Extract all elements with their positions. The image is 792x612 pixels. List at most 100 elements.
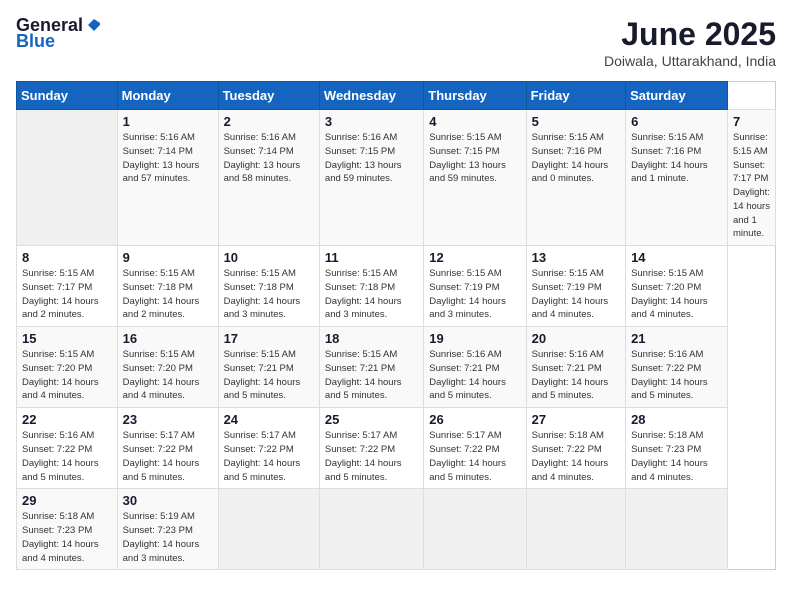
day-info: Sunrise: 5:15 AMSunset: 7:17 PMDaylight:… [22,267,112,322]
weekday-header: Saturday [626,82,728,110]
day-cell: 17Sunrise: 5:15 AMSunset: 7:21 PMDayligh… [218,327,319,408]
weekday-header: Monday [117,82,218,110]
calendar-header-row: SundayMondayTuesdayWednesdayThursdayFrid… [17,82,776,110]
empty-day-cell [218,489,319,570]
day-cell: 18Sunrise: 5:15 AMSunset: 7:21 PMDayligh… [319,327,423,408]
day-info: Sunrise: 5:15 AMSunset: 7:20 PMDaylight:… [123,348,213,403]
month-title: June 2025 [604,16,776,53]
day-number: 28 [631,412,722,427]
location-subtitle: Doiwala, Uttarakhand, India [604,53,776,69]
day-number: 20 [532,331,620,346]
day-cell: 25 Sunrise: 5:17 AMSunset: 7:22 PMDayligh… [319,408,423,489]
day-cell: 3 Sunrise: 5:16 AMSunset: 7:15 PMDaylight… [319,110,423,246]
empty-day-cell [17,110,118,246]
day-cell: 9 Sunrise: 5:15 AMSunset: 7:18 PMDaylight… [117,246,218,327]
day-cell: 15Sunrise: 5:15 AMSunset: 7:20 PMDayligh… [17,327,118,408]
day-number: 5 [532,114,620,129]
empty-day-cell [319,489,423,570]
day-number: 26 [429,412,520,427]
empty-day-cell [526,489,625,570]
weekday-header: Thursday [424,82,526,110]
calendar-week-row: 8 Sunrise: 5:15 AMSunset: 7:17 PMDaylight… [17,246,776,327]
day-info: Sunrise: 5:16 AMSunset: 7:21 PMDaylight:… [429,348,520,403]
logo-blue-text: Blue [16,32,102,52]
day-cell: 23 Sunrise: 5:17 AMSunset: 7:22 PMDayligh… [117,408,218,489]
day-info: Sunrise: 5:19 AMSunset: 7:23 PMDaylight:… [123,510,213,565]
calendar-week-row: 22Sunrise: 5:16 AMSunset: 7:22 PMDayligh… [17,408,776,489]
day-cell: 8 Sunrise: 5:15 AMSunset: 7:17 PMDaylight… [17,246,118,327]
calendar-week-row: 29 Sunrise: 5:18 AMSunset: 7:23 PMDayligh… [17,489,776,570]
day-info: Sunrise: 5:17 AMSunset: 7:22 PMDaylight:… [429,429,520,484]
day-info: Sunrise: 5:15 AMSunset: 7:18 PMDaylight:… [325,267,418,322]
day-number: 19 [429,331,520,346]
day-number: 27 [532,412,620,427]
weekday-header: Tuesday [218,82,319,110]
weekday-header: Sunday [17,82,118,110]
day-info: Sunrise: 5:16 AMSunset: 7:14 PMDaylight:… [123,131,213,186]
day-info: Sunrise: 5:15 AMSunset: 7:21 PMDaylight:… [325,348,418,403]
day-cell: 20 Sunrise: 5:16 AMSunset: 7:21 PMDayligh… [526,327,625,408]
day-info: Sunrise: 5:18 AMSunset: 7:23 PMDaylight:… [631,429,722,484]
day-number: 12 [429,250,520,265]
weekday-header: Friday [526,82,625,110]
day-info: Sunrise: 5:16 AMSunset: 7:15 PMDaylight:… [325,131,418,186]
day-cell: 2 Sunrise: 5:16 AMSunset: 7:14 PMDaylight… [218,110,319,246]
calendar-table: SundayMondayTuesdayWednesdayThursdayFrid… [16,81,776,570]
day-info: Sunrise: 5:16 AMSunset: 7:21 PMDaylight:… [532,348,620,403]
day-number: 30 [123,493,213,508]
logo-icon [86,17,102,33]
day-number: 4 [429,114,520,129]
day-cell: 12 Sunrise: 5:15 AMSunset: 7:19 PMDayligh… [424,246,526,327]
day-info: Sunrise: 5:16 AMSunset: 7:14 PMDaylight:… [224,131,314,186]
day-number: 2 [224,114,314,129]
day-number: 14 [631,250,722,265]
day-cell: 4 Sunrise: 5:15 AMSunset: 7:15 PMDaylight… [424,110,526,246]
day-number: 8 [22,250,112,265]
day-info: Sunrise: 5:15 AMSunset: 7:16 PMDaylight:… [631,131,722,186]
day-cell: 22Sunrise: 5:16 AMSunset: 7:22 PMDayligh… [17,408,118,489]
day-cell: 1 Sunrise: 5:16 AMSunset: 7:14 PMDaylight… [117,110,218,246]
day-info: Sunrise: 5:15 AMSunset: 7:17 PMDaylight:… [733,131,770,241]
day-cell: 14 Sunrise: 5:15 AMSunset: 7:20 PMDayligh… [626,246,728,327]
day-number: 10 [224,250,314,265]
day-number: 7 [733,114,770,129]
calendar-week-row: 1 Sunrise: 5:16 AMSunset: 7:14 PMDaylight… [17,110,776,246]
day-number: 3 [325,114,418,129]
day-cell: 11 Sunrise: 5:15 AMSunset: 7:18 PMDayligh… [319,246,423,327]
day-number: 29 [22,493,112,508]
day-cell: 6 Sunrise: 5:15 AMSunset: 7:16 PMDaylight… [626,110,728,246]
day-info: Sunrise: 5:15 AMSunset: 7:18 PMDaylight:… [123,267,213,322]
day-number: 23 [123,412,213,427]
page-header: General Blue June 2025 Doiwala, Uttarakh… [16,16,776,69]
empty-day-cell [424,489,526,570]
day-info: Sunrise: 5:15 AMSunset: 7:18 PMDaylight:… [224,267,314,322]
day-cell: 10 Sunrise: 5:15 AMSunset: 7:18 PMDayligh… [218,246,319,327]
day-number: 15 [22,331,112,346]
day-info: Sunrise: 5:16 AMSunset: 7:22 PMDaylight:… [22,429,112,484]
day-info: Sunrise: 5:15 AMSunset: 7:16 PMDaylight:… [532,131,620,186]
day-number: 17 [224,331,314,346]
day-number: 25 [325,412,418,427]
day-cell: 26 Sunrise: 5:17 AMSunset: 7:22 PMDayligh… [424,408,526,489]
day-info: Sunrise: 5:15 AMSunset: 7:20 PMDaylight:… [631,267,722,322]
day-number: 21 [631,331,722,346]
day-number: 6 [631,114,722,129]
day-cell: 27Sunrise: 5:18 AMSunset: 7:22 PMDayligh… [526,408,625,489]
day-cell: 13Sunrise: 5:15 AMSunset: 7:19 PMDayligh… [526,246,625,327]
day-number: 13 [532,250,620,265]
day-number: 11 [325,250,418,265]
day-info: Sunrise: 5:17 AMSunset: 7:22 PMDaylight:… [123,429,213,484]
day-number: 16 [123,331,213,346]
day-cell: 28 Sunrise: 5:18 AMSunset: 7:23 PMDayligh… [626,408,728,489]
day-info: Sunrise: 5:15 AMSunset: 7:19 PMDaylight:… [429,267,520,322]
title-block: June 2025 Doiwala, Uttarakhand, India [604,16,776,69]
day-info: Sunrise: 5:17 AMSunset: 7:22 PMDaylight:… [325,429,418,484]
day-number: 9 [123,250,213,265]
weekday-header: Wednesday [319,82,423,110]
day-cell: 5 Sunrise: 5:15 AMSunset: 7:16 PMDaylight… [526,110,625,246]
day-cell: 7 Sunrise: 5:15 AMSunset: 7:17 PMDaylight… [727,110,775,246]
day-info: Sunrise: 5:15 AMSunset: 7:15 PMDaylight:… [429,131,520,186]
day-number: 24 [224,412,314,427]
day-number: 1 [123,114,213,129]
day-info: Sunrise: 5:18 AMSunset: 7:23 PMDaylight:… [22,510,112,565]
